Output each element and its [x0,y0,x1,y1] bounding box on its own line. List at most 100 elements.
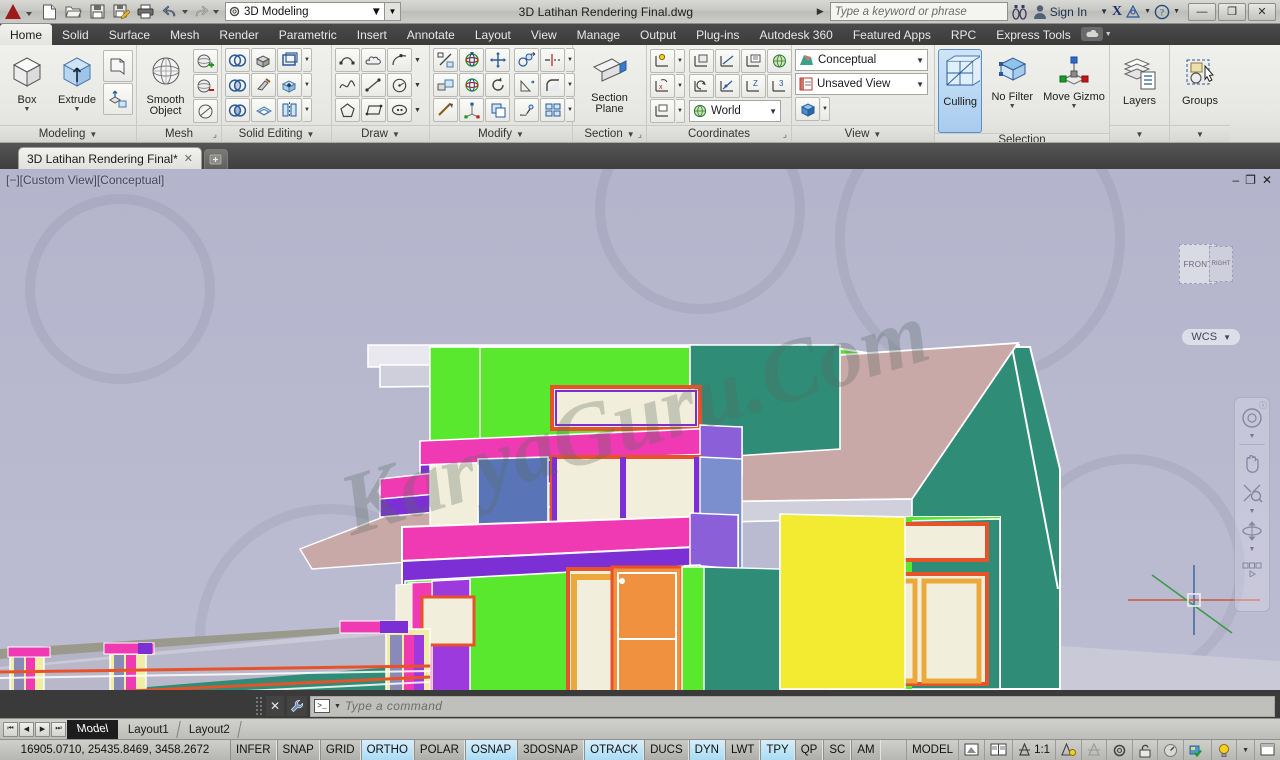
rotate-button[interactable] [485,73,510,97]
command-line-grip[interactable] [255,696,263,716]
3dscale-button[interactable] [459,73,484,97]
ribbon-tab-render[interactable]: Render [209,24,268,45]
search-icon[interactable] [1011,4,1029,20]
ribbon-tab-annotate[interactable]: Annotate [397,24,465,45]
rectangle-button[interactable] [361,98,386,122]
chevron-down-icon[interactable]: ▼ [1249,433,1256,440]
panel-label-selection[interactable]: Selection [935,133,1109,142]
lock-toolbars-button[interactable] [1132,740,1157,760]
dialog-launcher-icon[interactable]: ⌟ [638,129,642,140]
chevron-down-icon[interactable]: ▼ [392,130,400,139]
panel-label-solid-editing[interactable]: Solid Editing ▼ [222,125,331,142]
3darray-button[interactable] [459,98,484,122]
hardware-accel-button[interactable] [1157,740,1183,760]
dialog-launcher-icon[interactable]: ⌟ [213,129,217,140]
box-button[interactable]: Box ▼ [3,48,51,114]
annotation-scale[interactable]: 1:1 [1012,740,1055,760]
ribbon-tab-rpc[interactable]: RPC [941,24,986,45]
chevron-down-icon[interactable]: ▼ [821,97,830,121]
view-cube[interactable]: FRONT RIGHT [1179,244,1235,288]
autocad-logo-icon[interactable] [0,1,26,23]
3dmove-button[interactable] [433,48,458,72]
clean-screen-button[interactable] [1254,740,1280,760]
extrude-face-button[interactable] [251,48,276,72]
ucs-x-button[interactable]: x [650,74,675,98]
search-input[interactable]: Type a keyword or phrase [829,2,1008,21]
ucs-world-button[interactable] [767,49,792,73]
chevron-down-icon[interactable]: ▼ [1249,508,1256,515]
layers-button[interactable]: Layers [1114,53,1166,108]
save-as-button[interactable] [110,1,133,22]
chevron-down-icon[interactable]: ▼ [303,48,312,72]
toggle-qp[interactable]: QP [794,740,824,760]
chevron-down-icon[interactable]: ▼ [307,130,315,139]
undo-button[interactable] [158,1,181,22]
chevron-down-icon[interactable]: ▼ [1071,103,1078,110]
polyline-button[interactable] [335,48,360,72]
arc-button[interactable] [387,48,412,72]
chevron-down-icon[interactable]: ▼ [371,6,382,18]
ribbon-tab-output[interactable]: Output [630,24,686,45]
line-button[interactable] [361,73,386,97]
union-button[interactable] [225,48,250,72]
viewport-label[interactable]: [−][Custom View][Conceptual] [6,173,164,187]
model-space-button[interactable] [958,740,984,760]
viewport-button[interactable] [984,740,1012,760]
visual-style-combo[interactable]: Conceptual ▼ [795,49,928,71]
toggle-ortho[interactable]: ORTHO [360,740,414,760]
help-icon[interactable]: ? [1154,4,1170,20]
smooth-less-button[interactable] [193,74,218,98]
cloud-icon[interactable] [1080,27,1103,41]
ribbon-tab-home[interactable]: Home [0,24,53,45]
toggle-ducs[interactable]: DUCS [644,740,689,760]
viewport-close-button[interactable]: ✕ [1262,173,1272,187]
move-gizmo-button[interactable]: Move Gizmo ▼ [1042,49,1106,111]
toggle-am[interactable]: AM [851,740,881,760]
chevron-down-icon[interactable]: ▼ [1173,8,1180,15]
chevron-down-icon[interactable]: ▼ [1249,546,1256,553]
toggle-lwt[interactable]: LWT [724,740,761,760]
wcs-selector[interactable]: WCS ▼ [1182,329,1240,345]
panel-label-view[interactable]: View ▼ [792,125,934,142]
chevron-down-icon[interactable]: ▼ [1100,7,1108,16]
named-view-combo[interactable]: Unsaved View ▼ [795,73,928,95]
last-layout-button[interactable]: ⏭ [51,721,66,737]
dialog-launcher-icon[interactable]: ⌟ [783,129,787,140]
polygon-button[interactable] [335,98,360,122]
ribbon-tab-solid[interactable]: Solid [52,24,99,45]
shell-button[interactable] [251,98,276,122]
showmotion-button[interactable] [1237,555,1267,583]
minimize-button[interactable]: — [1188,2,1216,21]
intersect-button[interactable] [225,98,250,122]
title-overflow-icon[interactable]: ▶ [811,6,830,17]
panel-label-mesh[interactable]: Mesh ⌟ [137,125,221,142]
chevron-down-icon[interactable]: ▼ [1105,24,1118,45]
no-filter-button[interactable]: No Filter ▼ [986,49,1038,111]
new-file-button[interactable] [38,1,61,22]
isolate-objects-button[interactable] [1183,740,1211,760]
ribbon-tab-manage[interactable]: Manage [567,24,630,45]
3point-ucs-button[interactable] [715,49,740,73]
chevron-down-icon[interactable]: ▼ [1144,8,1151,15]
viewport-minimize-button[interactable]: – [1232,173,1239,187]
panel-label-layers[interactable]: ▼ [1110,125,1169,142]
chevron-down-icon[interactable]: ▼ [413,98,422,122]
chevron-down-icon[interactable]: ▼ [916,80,924,89]
undo-dropdown-icon[interactable] [182,9,188,14]
toggle-3dosnap[interactable]: 3DOSNAP [517,740,585,760]
workspace-more-button[interactable]: ▼ [385,2,401,21]
3dmirror-button[interactable] [433,98,458,122]
redo-dropdown-icon[interactable] [213,9,219,14]
toggle-sc[interactable]: SC [823,740,852,760]
chevron-down-icon[interactable]: ▼ [516,130,524,139]
viewport-config-button[interactable] [795,97,820,121]
polysolid-button[interactable] [103,50,133,82]
panel-label-coordinates[interactable]: Coordinates ⌟ [647,125,791,142]
command-input[interactable]: >_ ▼ Type a command [310,695,1275,717]
ribbon-tab-view[interactable]: View [521,24,567,45]
chevron-down-icon[interactable]: ▼ [334,703,341,710]
space-toggle[interactable]: MODEL [906,740,958,760]
chevron-down-icon[interactable]: ▼ [74,106,81,113]
chevron-down-icon[interactable]: ▼ [676,99,685,123]
3dalign-button[interactable] [433,73,458,97]
